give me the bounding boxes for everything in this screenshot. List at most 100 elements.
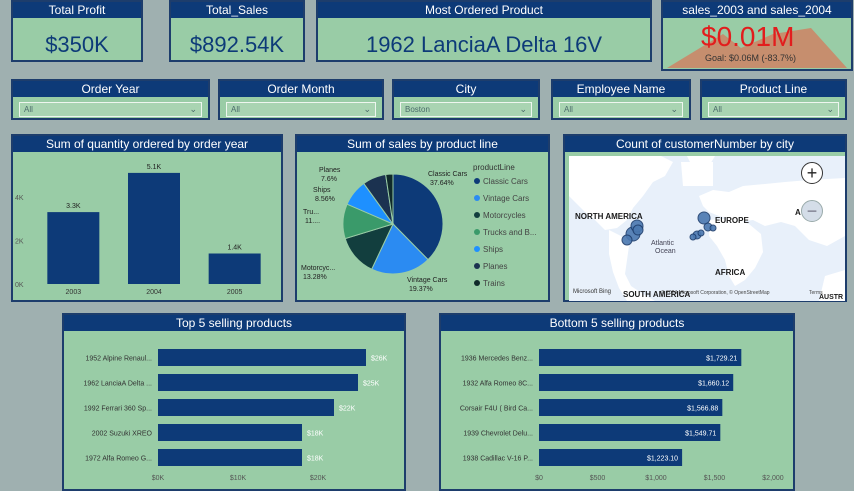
slicer-label: Employee Name xyxy=(553,81,689,97)
pie-label: Ships xyxy=(313,187,331,194)
pie-label: Tru... xyxy=(303,209,319,216)
slicer-employee-name[interactable]: Employee Name All ⌄ xyxy=(551,79,691,120)
pie-pct: 7.6% xyxy=(321,176,337,183)
legend-dot xyxy=(474,229,480,235)
kpi-goal: Goal: $0.06M (-83.7%) xyxy=(705,53,797,63)
top5-products-chart[interactable]: Top 5 selling products 1952 Alpine Renau… xyxy=(62,313,406,491)
pie-label: Vintage Cars xyxy=(407,277,448,284)
map-bubble xyxy=(632,224,644,236)
data-label: 1.4K xyxy=(227,245,242,252)
slicer-dropdown[interactable]: Boston ⌄ xyxy=(400,102,532,117)
card-title: sales_2003 and sales_2004 xyxy=(663,2,851,18)
map-bubble xyxy=(689,233,697,241)
legend-dot xyxy=(474,246,480,252)
category-label: 1939 Chevrolet Delu... xyxy=(463,431,533,438)
card-title: Most Ordered Product xyxy=(318,2,650,18)
slicer-dropdown[interactable]: All ⌄ xyxy=(708,102,839,117)
x-tick-label: 2005 xyxy=(227,289,243,296)
bar xyxy=(158,449,302,466)
pie-pct: 8.56% xyxy=(315,196,335,203)
slicer-city[interactable]: City Boston ⌄ xyxy=(392,79,540,120)
data-label: $1,660.12 xyxy=(698,381,729,388)
kpi-value: $0.01M xyxy=(701,21,795,52)
x-tick-label: $20K xyxy=(310,475,327,482)
category-label: 2002 Suzuki XREO xyxy=(92,431,153,438)
data-label: $1,566.88 xyxy=(687,406,718,413)
y-tick-label: 4K xyxy=(15,195,24,202)
legend-dot xyxy=(474,263,480,269)
pie-label: Planes xyxy=(319,167,341,174)
x-tick-label: $1,000 xyxy=(645,475,667,482)
slicer-value: All xyxy=(24,105,33,114)
chevron-down-icon: ⌄ xyxy=(519,104,527,114)
bar xyxy=(128,172,180,284)
quantity-bar-svg: 0K 2K 4K 3.3K 2003 5.1K 2004 1.4K 2005 xyxy=(15,164,261,296)
bar xyxy=(158,374,358,391)
card-value: $350K xyxy=(45,32,109,57)
y-tick-label: 2K xyxy=(15,238,24,245)
card-title: Total Profit xyxy=(13,2,141,18)
chevron-down-icon: ⌄ xyxy=(189,104,197,114)
map-bubble xyxy=(697,229,705,237)
chevron-down-icon: ⌄ xyxy=(670,104,678,114)
pie-pct: 11.... xyxy=(305,218,320,225)
category-label: 1992 Ferrari 360 Sp... xyxy=(84,406,152,413)
legend-dot xyxy=(474,195,480,201)
data-label: $1,549.71 xyxy=(685,431,716,438)
slicer-value: Boston xyxy=(405,105,430,114)
bing-logo: Microsoft Bing xyxy=(573,289,612,295)
category-label: Corsair F4U ( Bird Ca... xyxy=(460,406,533,413)
map-bubble xyxy=(621,234,633,246)
card-title: Total_Sales xyxy=(171,2,303,18)
slicer-order-month[interactable]: Order Month All ⌄ xyxy=(218,79,384,120)
chevron-down-icon: ⌄ xyxy=(826,104,834,114)
category-label: 1936 Mercedes Benz... xyxy=(461,356,533,363)
legend-item: Trains xyxy=(483,279,505,288)
map-terms-link[interactable]: Terms xyxy=(809,290,823,296)
slicer-dropdown[interactable]: All ⌄ xyxy=(226,102,376,117)
zoom-out-button[interactable]: − xyxy=(801,200,823,222)
bar xyxy=(47,212,100,284)
zoom-in-button[interactable]: + xyxy=(801,162,823,184)
chart-title: Bottom 5 selling products xyxy=(441,315,793,331)
category-label: 1962 LanciaA Delta ... xyxy=(84,381,153,388)
category-label: 1972 Alfa Romeo G... xyxy=(85,456,152,463)
sales-by-product-line-chart[interactable]: Sum of sales by product line Classic Car… xyxy=(295,134,550,302)
map-canvas[interactable]: NORTH AMERICA EUROPE Atlantic Ocean AFRI… xyxy=(569,156,845,301)
slicer-value: All xyxy=(713,105,722,114)
bottom5-products-chart[interactable]: Bottom 5 selling products 1936 Mercedes … xyxy=(439,313,795,491)
customers-by-city-map[interactable]: Count of customerNumber by city NORTH AM… xyxy=(563,134,847,302)
bottom5-bar-svg: 1936 Mercedes Benz... $1,729.21 1932 Alfa … xyxy=(460,349,784,482)
data-label: $22K xyxy=(339,406,356,413)
total-profit-card[interactable]: Total Profit $350K xyxy=(11,0,143,62)
data-label: $26K xyxy=(371,356,388,363)
data-label: $18K xyxy=(307,456,324,463)
slicer-label: Order Month xyxy=(220,81,382,97)
x-tick-label: $0K xyxy=(152,475,165,482)
chart-title: Sum of sales by product line xyxy=(297,136,548,152)
category-label: 1932 Alfa Romeo 8C... xyxy=(463,381,533,388)
bar xyxy=(158,349,366,366)
x-tick-label: $0 xyxy=(535,475,543,482)
data-label: $1,223.10 xyxy=(647,456,678,463)
kpi-sales-card[interactable]: sales_2003 and sales_2004 $0.01M Goal: $… xyxy=(661,0,853,71)
slicer-value: All xyxy=(564,105,573,114)
legend-item: Motorcycles xyxy=(483,211,526,220)
pie-label: Motorcyc... xyxy=(301,265,335,272)
slicer-order-year[interactable]: Order Year All ⌄ xyxy=(11,79,210,120)
x-tick-label: 2003 xyxy=(66,289,82,296)
chart-title: Sum of quantity ordered by order year xyxy=(13,136,281,152)
legend-dot xyxy=(474,280,480,286)
total-sales-card[interactable]: Total_Sales $892.54K xyxy=(169,0,305,62)
bar xyxy=(158,399,334,416)
slicer-label: Product Line xyxy=(702,81,845,97)
slicer-product-line[interactable]: Product Line All ⌄ xyxy=(700,79,847,120)
pie-label: Classic Cars xyxy=(428,171,468,178)
quantity-by-year-chart[interactable]: Sum of quantity ordered by order year 0K… xyxy=(11,134,283,302)
map-attribution: © 2024 Microsoft Corporation, © OpenStre… xyxy=(661,290,770,296)
y-tick-label: 0K xyxy=(15,282,24,289)
legend-dot xyxy=(474,178,480,184)
most-ordered-product-card[interactable]: Most Ordered Product 1962 LanciaA Delta … xyxy=(316,0,652,62)
slicer-dropdown[interactable]: All ⌄ xyxy=(19,102,202,117)
slicer-dropdown[interactable]: All ⌄ xyxy=(559,102,683,117)
